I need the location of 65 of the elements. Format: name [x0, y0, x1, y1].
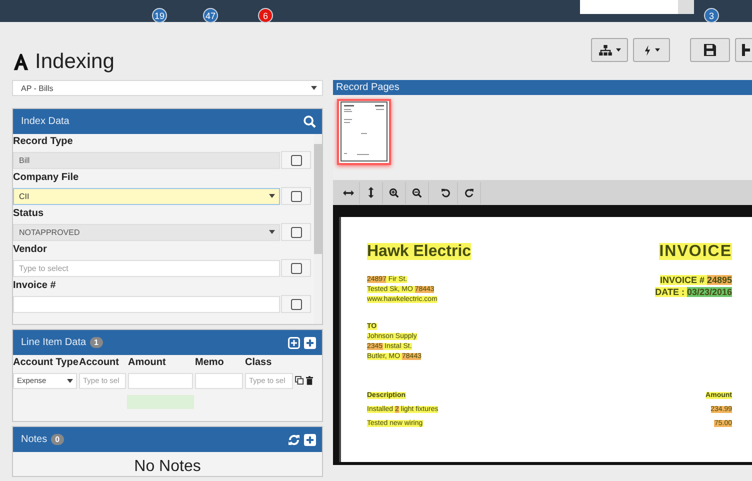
panel-title: Record Pages: [336, 82, 400, 93]
hierarchy-icon: [598, 44, 612, 56]
checkbox-button[interactable]: [281, 151, 311, 169]
input-field[interactable]: [195, 372, 243, 388]
refresh-icon[interactable]: [288, 434, 300, 446]
input-field[interactable]: [128, 372, 193, 388]
add-icon[interactable]: [304, 336, 316, 348]
save-button[interactable]: [690, 38, 730, 62]
column-header: Account Type: [13, 356, 79, 368]
field-label: Vendor: [13, 243, 48, 257]
caret-icon: [654, 48, 660, 52]
panel-title: Notes: [21, 434, 48, 445]
highlighted-text: INVOICE: [659, 243, 732, 260]
highlighted-text: Hawk Electric: [367, 243, 472, 260]
column-header: Amount: [128, 356, 167, 368]
field-label: Company File: [13, 171, 80, 185]
input-field[interactable]: [13, 296, 280, 312]
caret-icon: [616, 48, 620, 52]
column-header: Account: [79, 356, 120, 368]
highlighted-text: 24895: [706, 275, 732, 285]
column-header: Class: [245, 356, 273, 368]
checkbox-button[interactable]: [281, 259, 311, 277]
caret-icon: [311, 86, 317, 90]
trash-icon[interactable]: [306, 376, 313, 385]
caret-icon: [269, 230, 275, 234]
highlighted-text: INVOICE #: [660, 275, 707, 285]
panel-title: Index Data: [21, 116, 70, 127]
panel-title: Line Item Data: [21, 337, 86, 348]
page-title: Indexing: [35, 50, 114, 74]
field-label: Status: [13, 207, 45, 221]
checkbox-button[interactable]: [281, 295, 311, 313]
grid-plus-icon[interactable]: [288, 336, 300, 348]
add-icon[interactable]: [304, 434, 316, 446]
caret-icon: [67, 378, 73, 382]
lightning-icon: [644, 44, 650, 56]
total-indicator: [127, 395, 194, 409]
count-badge: 6: [258, 8, 273, 23]
count-badge: 47: [203, 8, 218, 23]
select-field[interactable]: CII: [13, 188, 280, 204]
search-icon[interactable]: [303, 115, 316, 128]
field-label: Invoice #: [13, 279, 57, 293]
caret-icon: [269, 194, 275, 198]
count-badge: 19: [152, 8, 167, 23]
count-badge: 1: [90, 337, 102, 348]
checkbox[interactable]: [290, 190, 302, 202]
empty-message: No Notes: [134, 458, 201, 476]
letter-a-icon: [12, 53, 30, 71]
page-thumbnail[interactable]: [337, 99, 391, 165]
action-menu-button[interactable]: [633, 38, 670, 62]
save-icon: [704, 44, 716, 56]
checkbox[interactable]: [290, 298, 302, 310]
column-header: Memo: [195, 356, 225, 368]
count-badge: 0: [51, 434, 64, 445]
count-badge: 3: [704, 8, 719, 23]
highlighted-text: 03/23/2016: [686, 287, 732, 297]
hierarchy-menu-button[interactable]: [591, 38, 628, 62]
checkbox[interactable]: [290, 262, 302, 274]
toolbar-button[interactable]: [735, 38, 752, 62]
document-type-select[interactable]: AP - Bills: [12, 80, 323, 96]
checkbox-button[interactable]: [281, 223, 311, 241]
field-label: Record Type: [13, 135, 74, 149]
checkbox-button[interactable]: [281, 187, 311, 205]
toolbar-icon: [742, 44, 750, 56]
copy-icon[interactable]: [295, 376, 304, 385]
highlighted-text: DATE :: [655, 287, 687, 297]
